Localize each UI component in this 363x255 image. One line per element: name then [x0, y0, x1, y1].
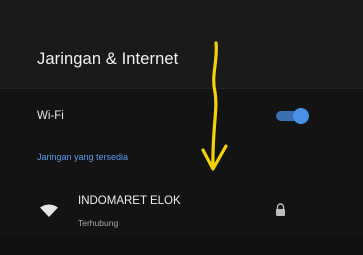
settings-screen: Jaringan & Internet Wi-Fi Jaringan yang … [0, 0, 363, 255]
page-title: Jaringan & Internet [37, 50, 179, 68]
wifi-signal-icon [40, 204, 58, 217]
wifi-label: Wi-Fi [37, 110, 64, 122]
wifi-toggle[interactable] [275, 107, 309, 125]
available-networks-header: Jaringan yang tersedia [37, 152, 129, 162]
network-name: INDOMARET ELOK [78, 195, 181, 207]
wifi-toggle-thumb [293, 108, 309, 124]
page-header: Jaringan & Internet [0, 0, 363, 89]
down-arrow-annotation [201, 41, 228, 171]
lock-icon [276, 203, 285, 216]
network-status: Terhubung [78, 218, 119, 228]
bottom-edge [0, 238, 363, 255]
